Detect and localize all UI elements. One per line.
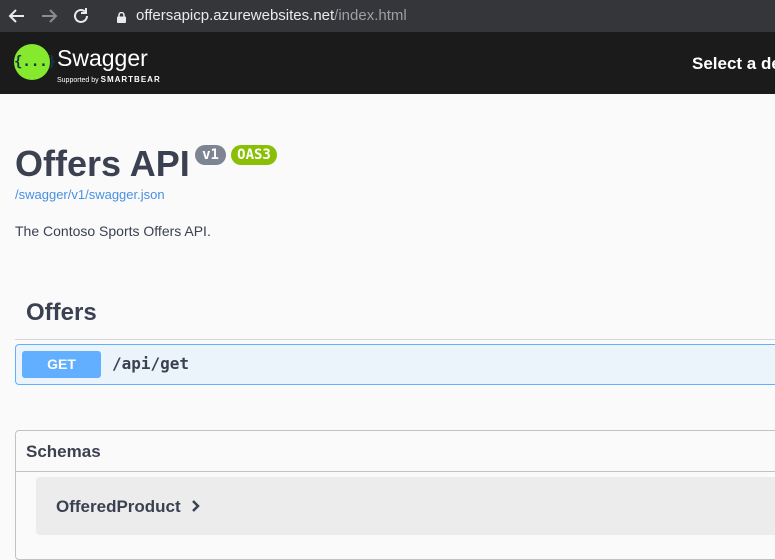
address-bar[interactable]: offersapicp.azurewebsites.net/index.html — [136, 7, 407, 24]
tag-offers-heading[interactable]: Offers — [26, 299, 97, 327]
spec-link[interactable]: /swagger/v1/swagger.json — [15, 187, 165, 202]
method-badge: GET — [22, 351, 101, 378]
logo-subtitle: Supported by SMARTBEAR — [57, 75, 161, 84]
page-title: Offers API — [15, 143, 190, 184]
operation-get-api-get[interactable]: GET /api/get — [15, 344, 775, 385]
forward-arrow-icon[interactable] — [37, 4, 61, 28]
schemas-heading[interactable]: Schemas — [26, 442, 101, 462]
browser-toolbar: offersapicp.azurewebsites.net/index.html — [0, 0, 775, 32]
back-arrow-icon[interactable] — [5, 4, 29, 28]
select-definition-label: Select a de — [692, 54, 775, 73]
swagger-logo-icon[interactable]: {...} — [14, 44, 56, 80]
tag-divider — [15, 339, 775, 340]
version-badge: v1 — [195, 145, 226, 165]
swagger-topbar: {...} Swagger Supported by SMARTBEAR Sel… — [0, 32, 775, 94]
oas-badge: OAS3 — [231, 145, 277, 165]
schemas-divider — [16, 471, 775, 472]
url-path: /index.html — [334, 7, 407, 24]
chevron-right-icon[interactable] — [189, 496, 203, 516]
schemas-section: Schemas OfferedProduct — [15, 430, 775, 560]
lock-icon — [117, 10, 126, 23]
smartbear-text: SMARTBEAR — [100, 75, 161, 84]
model-name: OfferedProduct — [56, 497, 181, 516]
supported-by-text: Supported by — [57, 77, 99, 84]
logo-name[interactable]: Swagger — [57, 45, 148, 72]
reload-icon[interactable] — [69, 4, 93, 28]
model-offered-product[interactable]: OfferedProduct — [36, 477, 775, 535]
url-host: offersapicp.azurewebsites.net — [136, 7, 335, 24]
operation-path: /api/get — [112, 354, 190, 373]
api-description: The Contoso Sports Offers API. — [15, 223, 211, 239]
